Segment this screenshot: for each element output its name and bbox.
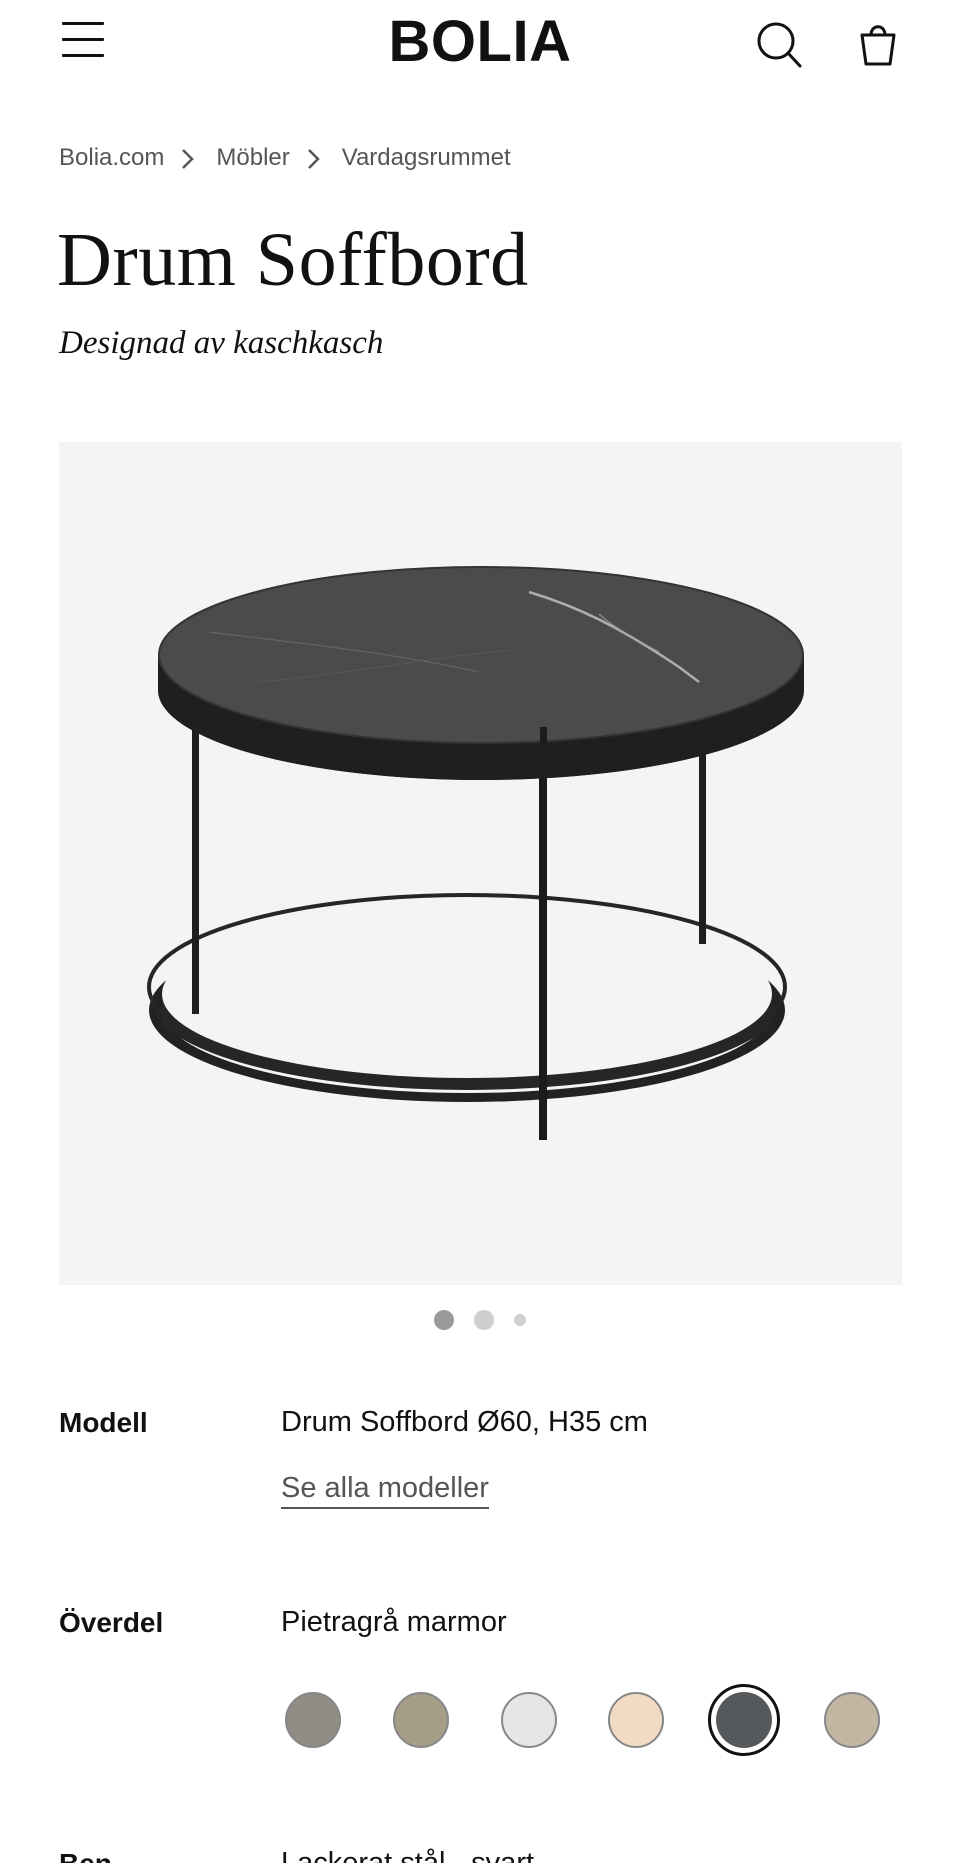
swatch-pietragra-marble[interactable] xyxy=(708,1684,780,1756)
search-icon[interactable] xyxy=(752,16,808,72)
gallery-dot-1[interactable] xyxy=(434,1310,454,1330)
product-image-gallery[interactable] xyxy=(59,442,902,1285)
product-designer: Designad av kaschkasch xyxy=(59,325,384,361)
brand-logo[interactable]: BOLIA xyxy=(380,10,580,74)
shopping-bag-icon[interactable] xyxy=(850,16,906,72)
gallery-dot-2[interactable] xyxy=(474,1310,494,1330)
see-all-models-link[interactable]: Se alla modeller xyxy=(281,1471,489,1509)
top-material-label: Överdel xyxy=(59,1607,164,1638)
top-material-swatches xyxy=(280,1682,900,1758)
product-image xyxy=(147,566,804,1140)
top-material-value: Pietragrå marmor xyxy=(281,1606,507,1638)
product-title: Drum Soffbord xyxy=(57,218,529,302)
breadcrumb-link-furniture[interactable]: Möbler xyxy=(216,144,289,172)
breadcrumb: Bolia.com Möbler Vardagsrummet xyxy=(59,140,511,176)
chevron-right-icon xyxy=(290,146,342,170)
breadcrumb-link-home[interactable]: Bolia.com xyxy=(59,144,164,172)
swatch-inner xyxy=(716,1692,772,1748)
gallery-dot-3[interactable] xyxy=(514,1314,526,1326)
site-header: BOLIA xyxy=(0,0,960,86)
base-label: Ben xyxy=(59,1848,112,1863)
model-label: Modell xyxy=(59,1407,148,1438)
swatch-travertine[interactable] xyxy=(824,1692,880,1748)
breadcrumb-link-living-room[interactable]: Vardagsrummet xyxy=(342,144,511,172)
model-value: Drum Soffbord Ø60, H35 cm xyxy=(281,1406,648,1438)
gallery-pagination xyxy=(0,1308,960,1332)
swatch-olive-stone[interactable] xyxy=(393,1692,449,1748)
hamburger-menu-icon[interactable] xyxy=(58,18,108,62)
swatch-beige[interactable] xyxy=(608,1692,664,1748)
swatch-light-grey[interactable] xyxy=(501,1692,557,1748)
chevron-right-icon xyxy=(164,146,216,170)
base-value: Lackerat stål - svart xyxy=(281,1847,535,1863)
swatch-grey-stone[interactable] xyxy=(285,1692,341,1748)
